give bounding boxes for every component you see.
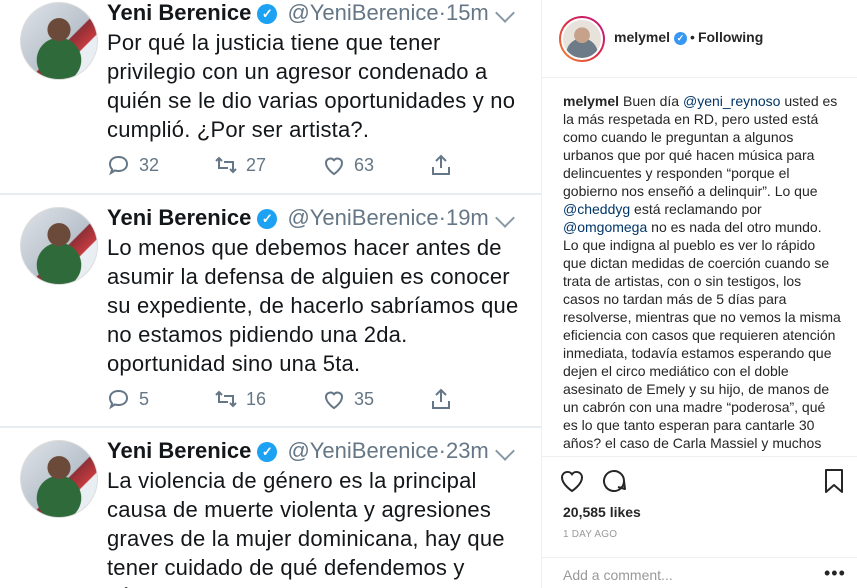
username-link[interactable]: melymel [614,29,670,45]
tweet-3: Yeni Berenice ✓ @YeniBerenice·23m La viol… [0,438,541,588]
tweet-header: Yeni Berenice ✓ @YeniBerenice·19m [107,205,489,230]
mention-link[interactable]: @cheddyg [563,201,630,217]
tweet-avatar [20,2,98,80]
more-options-icon[interactable]: ••• [824,563,846,584]
reply-count: 5 [139,388,150,409]
tweet-text: Lo menos que debemos hacer antes de asum… [107,235,519,376]
tweet-handle: @YeniBerenice [287,205,439,230]
avatar[interactable] [559,16,605,62]
post-header: melymel ✓ • Following [542,0,857,78]
tweet-header: Yeni Berenice ✓ @YeniBerenice·15m [107,0,489,25]
bookmark-icon[interactable] [820,467,848,495]
reply-action: 5 [107,385,149,413]
tweet-header: Yeni Berenice ✓ @YeniBerenice·23m [107,438,489,463]
heart-icon[interactable] [558,467,586,495]
mention-link[interactable]: @omgomega [563,219,647,235]
retweet-action: 16 [214,385,266,413]
share-action [429,385,461,413]
instagram-sidebar: melymel ✓ • Following melymel Buen día @yeni… [541,0,857,588]
post-footer: 20,585 likes 1 DAY AGO Add a comment... … [542,456,857,583]
tweet-avatar [20,207,98,285]
tweet-actions: 5 16 35 [107,385,467,413]
retweet-action: 27 [214,151,266,179]
caption-segment: Buen día [623,93,683,109]
verified-icon: ✓ [257,209,278,229]
verified-icon: ✓ [257,4,278,24]
caption-text: Buen día @yeni_reynoso usted es la más r… [563,93,841,456]
chevron-down-icon [495,208,515,228]
like-action: 35 [322,385,374,413]
chevron-down-icon [495,3,515,23]
tweet-time: 23m [445,438,489,463]
reply-icon [108,155,129,176]
share-action [429,151,461,179]
action-bar [558,467,848,495]
tweet-author-name: Yeni Berenice [107,205,252,230]
tweet-handle: @YeniBerenice [287,0,439,25]
divider [0,193,541,195]
profile-photo [561,18,603,60]
caption-segment: está reclamando por [630,201,762,217]
reply-count: 32 [139,154,160,175]
tweet-time: 19m [445,205,489,230]
reply-action: 32 [107,151,159,179]
tweet-avatar [20,440,98,518]
likes-count[interactable]: 20,585 likes [563,504,641,520]
retweet-count: 27 [246,154,267,175]
comment-input[interactable]: Add a comment... [563,567,673,583]
retweet-icon [215,390,237,408]
caption-username[interactable]: melymel [563,93,619,109]
tweet-author-name: Yeni Berenice [107,438,252,463]
post-image: Yeni Berenice ✓ @YeniBerenice·15m Por qué… [0,0,541,588]
like-count: 35 [354,388,375,409]
share-icon [432,154,450,175]
tweet-actions: 32 27 63 [107,151,467,179]
caption-segment: no es nada del otro mundo. Lo que indign… [563,219,841,456]
tweet-2: Yeni Berenice ✓ @YeniBerenice·19m Lo meno… [0,205,541,425]
verified-icon: ✓ [257,442,278,462]
divider [0,426,541,428]
verified-icon: ✓ [674,32,688,45]
retweet-icon [215,156,237,174]
tweet-handle: @YeniBerenice [287,438,439,463]
like-action: 63 [322,151,374,179]
tweet-author-name: Yeni Berenice [107,0,252,25]
mention-link[interactable]: @yeni_reynoso [683,93,781,109]
reply-icon [108,389,129,410]
comment-bar: Add a comment... ••• [542,557,857,588]
tweet-text: La violencia de género es la principal c… [107,468,505,588]
post-author: melymel ✓ • Following [614,29,764,45]
retweet-count: 16 [246,388,267,409]
like-count: 63 [354,154,375,175]
tweet-time: 15m [445,0,489,25]
like-icon [324,391,344,410]
comment-icon[interactable] [600,467,628,495]
tweet-text: Por qué la justicia tiene que tener priv… [107,30,516,142]
chevron-down-icon [495,441,515,461]
like-icon [324,157,344,176]
share-icon [432,388,450,409]
post-date[interactable]: 1 DAY AGO [563,529,617,540]
post-caption: melymel Buen día @yeni_reynoso usted es l… [563,92,841,456]
following-button[interactable]: Following [698,29,763,45]
tweet-1: Yeni Berenice ✓ @YeniBerenice·15m Por qué… [0,0,541,192]
